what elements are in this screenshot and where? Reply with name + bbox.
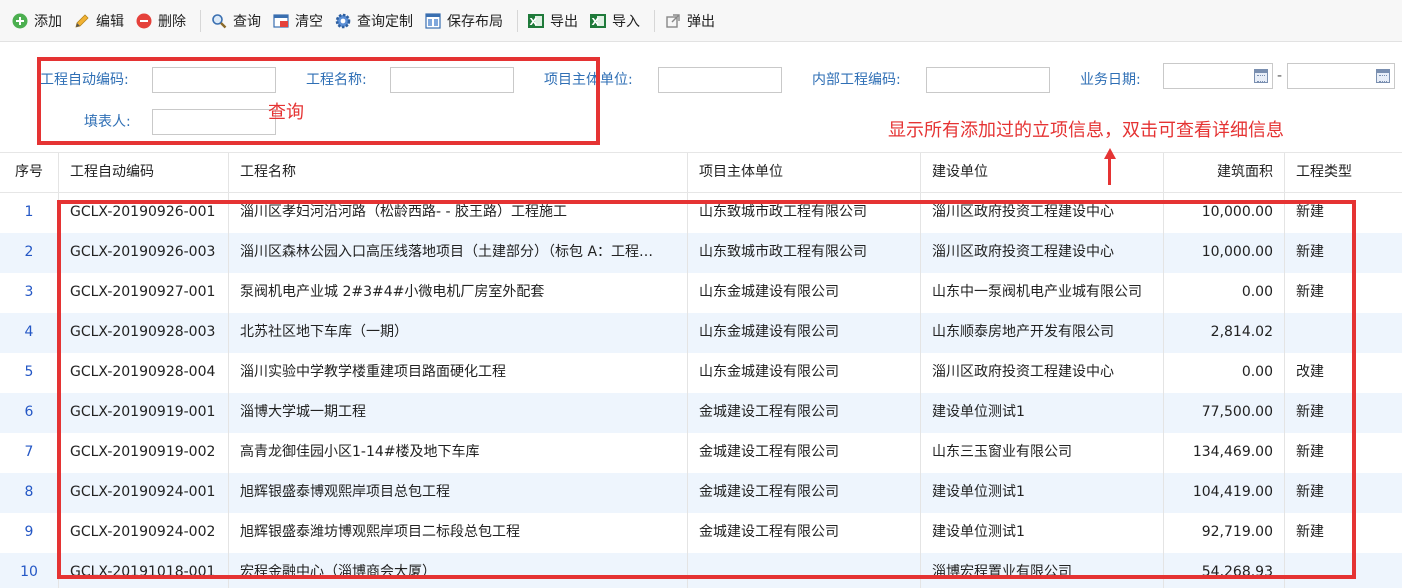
save-layout-icon [424,12,442,30]
toolbar-separator [517,9,518,32]
row-index: 4 [0,313,59,353]
popup-button[interactable]: 弹出 [661,7,723,35]
query-button-label: 查询 [233,13,261,30]
query-custom-button[interactable]: 查询定制 [331,7,421,35]
excel-export-icon: X [527,12,545,30]
svg-text:X: X [530,17,538,28]
delete-button-label: 删除 [158,13,186,30]
delete-button[interactable]: 删除 [132,7,194,35]
query-button[interactable]: 查询 [207,7,269,35]
row-index: 8 [0,473,59,513]
import-button[interactable]: X 导入 [586,7,648,35]
header-project-type[interactable]: 工程类型 [1285,153,1402,192]
toolbar-separator [654,9,655,32]
row-index: 6 [0,393,59,433]
import-button-label: 导入 [612,13,640,30]
grid-annotation-text: 显示所有添加过的立项信息，双击可查看详细信息 [888,120,1284,141]
main-unit-input[interactable] [658,67,782,93]
export-button-label: 导出 [550,13,578,30]
toolbar-separator [200,9,201,32]
delete-icon [135,12,153,30]
header-index[interactable]: 序号 [0,153,59,192]
biz-date-to-input[interactable] [1287,63,1395,89]
internal-code-input[interactable] [926,67,1050,93]
header-main-unit[interactable]: 项目主体单位 [688,153,921,192]
biz-date-from-input[interactable] [1163,63,1273,89]
grid-header: 序号 工程自动编码 工程名称 项目主体单位 建设单位 建筑面积 工程类型 [0,152,1402,193]
export-button[interactable]: X 导出 [524,7,586,35]
header-project-name[interactable]: 工程名称 [229,153,688,192]
save-layout-button-label: 保存布局 [447,13,503,30]
svg-text:X: X [592,17,600,28]
add-icon [11,12,29,30]
row-index: 3 [0,273,59,313]
row-index: 10 [0,553,59,588]
query-custom-button-label: 查询定制 [357,13,413,30]
query-annotation-text: 查询 [268,102,304,123]
date-range-separator: - [1277,68,1283,84]
edit-button[interactable]: 编辑 [70,7,132,35]
edit-icon [73,12,91,30]
biz-date-label: 业务日期: [1080,72,1141,88]
calendar-icon[interactable] [1254,69,1268,83]
add-button[interactable]: 添加 [8,7,70,35]
row-index: 7 [0,433,59,473]
internal-code-label: 内部工程编码: [812,72,901,88]
grid-annotation-box [57,200,1356,579]
excel-import-icon: X [589,12,607,30]
annotation-arrow-line [1108,158,1111,185]
row-index: 1 [0,193,59,233]
header-build-unit[interactable]: 建设单位 [921,153,1164,192]
header-building-area[interactable]: 建筑面积 [1164,153,1285,192]
popup-button-label: 弹出 [687,13,715,30]
row-index: 5 [0,353,59,393]
edit-button-label: 编辑 [96,13,124,30]
clear-icon [272,12,290,30]
search-icon [210,12,228,30]
calendar-icon[interactable] [1376,69,1390,83]
popup-icon [664,12,682,30]
header-auto-code[interactable]: 工程自动编码 [59,153,229,192]
gear-icon [334,12,352,30]
row-index: 9 [0,513,59,553]
add-button-label: 添加 [34,13,62,30]
query-annotation-box [37,57,600,145]
clear-button-label: 清空 [295,13,323,30]
clear-button[interactable]: 清空 [269,7,331,35]
toolbar: 添加 编辑 删除 查询 清空 查询定制 保存布局 X 导出 X 导入 弹出 [0,0,1402,42]
row-index: 2 [0,233,59,273]
save-layout-button[interactable]: 保存布局 [421,7,511,35]
